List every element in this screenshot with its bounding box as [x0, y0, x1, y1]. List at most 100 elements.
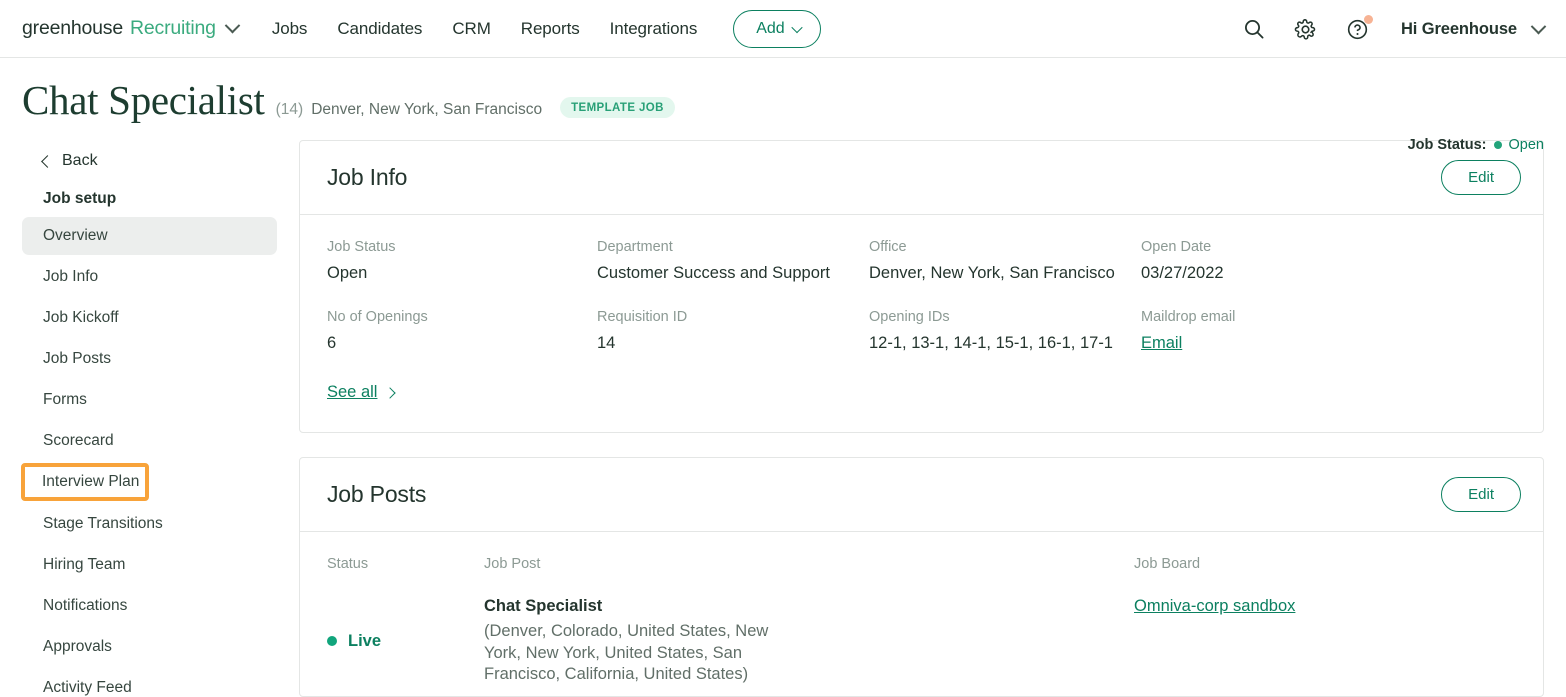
main-nav-links: Jobs Candidates CRM Reports Integrations: [272, 19, 698, 39]
sidebar-item-job-posts[interactable]: Job Posts: [22, 340, 277, 378]
sidebar-item-overview[interactable]: Overview: [22, 217, 277, 255]
chevron-left-icon: [41, 154, 54, 168]
job-info-fields: Job Status Open Department Customer Succ…: [327, 239, 1516, 353]
status-dot-icon: [1493, 141, 1502, 149]
title-row: Chat Specialist (14) Denver, New York, S…: [22, 80, 1544, 121]
field-value: Denver, New York, San Francisco: [869, 264, 1115, 282]
field-label: Open Date: [1141, 239, 1212, 255]
brand-logo[interactable]: greenhouse Recruiting: [22, 17, 241, 40]
see-all-label: See all: [327, 383, 378, 401]
question-mark-icon[interactable]: [1345, 15, 1373, 42]
main-content: Job Info Edit Job Status Open Department…: [277, 132, 1544, 697]
job-status-value[interactable]: Open: [1509, 137, 1544, 153]
sidebar-item-job-info[interactable]: Job Info: [22, 258, 277, 296]
job-info-card-body: Job Status Open Department Customer Succ…: [300, 215, 1543, 432]
field-value: 14: [597, 334, 616, 352]
back-link[interactable]: Back: [22, 146, 277, 176]
field-office: Office Denver, New York, San Francisco: [869, 239, 1141, 283]
sidebar-item-interview-plan[interactable]: Interview Plan: [21, 463, 149, 501]
table-row: Live Chat Specialist (Denver, Colorado, …: [327, 597, 1516, 686]
post-status-label: Live: [348, 631, 382, 650]
field-job-status: Job Status Open: [327, 239, 597, 283]
sidebar-item-stage-transitions[interactable]: Stage Transitions: [22, 505, 277, 543]
see-all-link[interactable]: See all: [327, 383, 397, 402]
gear-icon[interactable]: [1293, 16, 1319, 42]
nav-item-crm[interactable]: CRM: [452, 19, 491, 39]
field-value: Customer Success and Support: [597, 264, 830, 282]
post-status: Live: [327, 597, 484, 686]
field-label: Job Status: [327, 239, 396, 255]
field-value: 6: [327, 334, 337, 352]
post-job-board: Omniva-corp sandbox: [1134, 597, 1516, 686]
nav-item-integrations[interactable]: Integrations: [610, 19, 698, 39]
job-offices: Denver, New York, San Francisco: [311, 101, 543, 118]
back-link-label: Back: [62, 152, 98, 169]
column-header-job-board: Job Board: [1134, 556, 1201, 572]
job-posts-title: Job Posts: [327, 481, 427, 507]
field-requisition-id: Requisition ID 14: [597, 309, 869, 353]
maildrop-email-link[interactable]: Email: [1141, 334, 1182, 352]
chevron-down-icon: [224, 17, 241, 34]
notification-badge: [1363, 15, 1373, 24]
job-posts-edit-button[interactable]: Edit: [1441, 477, 1521, 512]
search-icon[interactable]: [1241, 16, 1267, 42]
sidebar-item-activity-feed[interactable]: Activity Feed: [22, 669, 277, 697]
sidebar-item-scorecard[interactable]: Scorecard: [22, 422, 277, 460]
add-button-label: Add: [756, 19, 785, 37]
nav-item-jobs[interactable]: Jobs: [272, 19, 308, 39]
field-label: Office: [869, 239, 907, 255]
sidebar: Back Job setup Overview Job Info Job Kic…: [21, 132, 277, 697]
job-info-title: Job Info: [327, 164, 408, 190]
field-maildrop-email: Maildrop email Email: [1141, 309, 1516, 353]
chevron-right-icon: [384, 386, 397, 399]
field-label: No of Openings: [327, 309, 428, 325]
job-posts-card: Job Posts Edit Status Job Post Job Board…: [299, 457, 1544, 697]
job-board-link[interactable]: Omniva-corp sandbox: [1134, 597, 1295, 615]
field-label: Opening IDs: [869, 309, 950, 325]
field-no-of-openings: No of Openings 6: [327, 309, 597, 353]
chevron-down-icon: [791, 21, 803, 33]
field-open-date: Open Date 03/27/2022: [1141, 239, 1516, 283]
add-button[interactable]: Add: [733, 9, 821, 48]
field-value: 12-1, 13-1, 14-1, 15-1, 16-1, 17-1: [869, 334, 1113, 352]
template-job-badge: TEMPLATE JOB: [560, 97, 675, 118]
status-dot-icon: [327, 636, 337, 647]
nav-item-candidates[interactable]: Candidates: [337, 19, 422, 39]
brand-secondary-text: Recruiting: [130, 17, 216, 39]
field-value: Open: [327, 264, 368, 282]
job-info-card: Job Info Edit Job Status Open Department…: [299, 140, 1544, 433]
sidebar-item-job-kickoff[interactable]: Job Kickoff: [22, 299, 277, 337]
job-count: (14): [275, 101, 304, 118]
job-info-edit-button[interactable]: Edit: [1441, 160, 1521, 195]
top-nav-actions: Hi Greenhouse: [1241, 0, 1547, 58]
top-navigation-bar: greenhouse Recruiting Jobs Candidates CR…: [0, 0, 1566, 58]
page-header: Chat Specialist (14) Denver, New York, S…: [0, 58, 1566, 154]
sidebar-item-approvals[interactable]: Approvals: [22, 628, 277, 666]
brand-primary-text: greenhouse: [22, 17, 124, 39]
job-posts-card-header: Job Posts Edit: [300, 458, 1543, 532]
field-value: 03/27/2022: [1141, 264, 1224, 282]
nav-item-reports[interactable]: Reports: [521, 19, 580, 39]
job-status-label: Job Status:: [1407, 137, 1487, 153]
sidebar-item-notifications[interactable]: Notifications: [22, 587, 277, 625]
post-name[interactable]: Chat Specialist: [484, 597, 1134, 616]
sidebar-item-hiring-team[interactable]: Hiring Team: [22, 546, 277, 584]
user-menu-label: Hi Greenhouse: [1400, 19, 1517, 38]
field-opening-ids: Opening IDs 12-1, 13-1, 14-1, 15-1, 16-1…: [869, 309, 1141, 353]
job-info-card-header: Job Info Edit: [300, 141, 1543, 215]
job-posts-card-body: Status Job Post Job Board Live Chat Spec…: [300, 532, 1543, 696]
page-body: Back Job setup Overview Job Info Job Kic…: [0, 132, 1566, 697]
column-header-job-post: Job Post: [484, 556, 541, 572]
post-details: Chat Specialist (Denver, Colorado, Unite…: [484, 597, 1134, 686]
sidebar-heading: Job setup: [43, 190, 117, 207]
job-status: Job Status: Open: [1408, 137, 1544, 153]
user-menu[interactable]: Hi Greenhouse: [1400, 18, 1547, 39]
field-label: Maildrop email: [1141, 309, 1236, 325]
field-label: Department: [597, 239, 673, 255]
field-department: Department Customer Success and Support: [597, 239, 869, 283]
column-header-status: Status: [327, 556, 369, 572]
sidebar-item-forms[interactable]: Forms: [22, 381, 277, 419]
field-label: Requisition ID: [597, 309, 688, 325]
chevron-down-icon: [1530, 18, 1547, 34]
post-locations: (Denver, Colorado, United States, New Yo…: [484, 622, 769, 683]
